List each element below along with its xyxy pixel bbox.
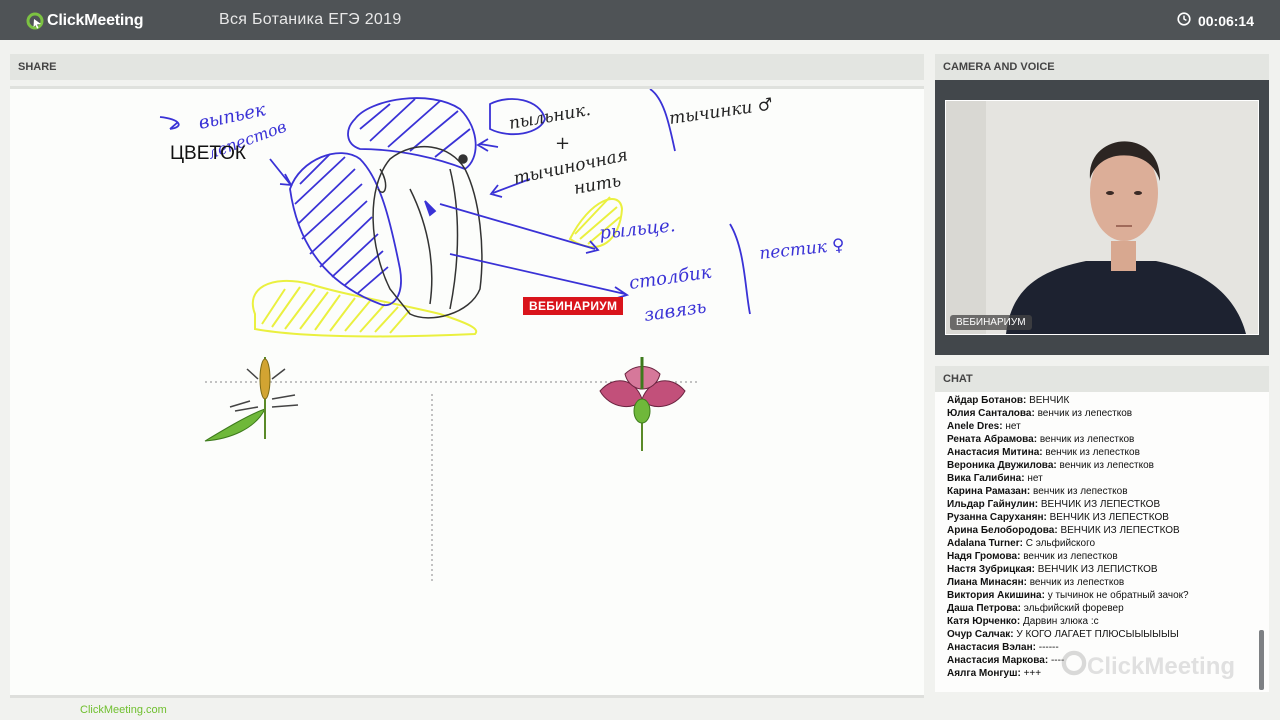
chat-author: Ильдар Гайнулин: [947,499,1039,510]
chat-text: С эльфийского [1025,538,1096,549]
svg-text:пыльник.: пыльник. [507,100,592,134]
chat-author: Аялга Монгуш: [947,668,1021,679]
participant-label: ВЕБИНАРИУМ [950,315,1032,330]
chat-text: ------ [1038,642,1059,653]
chat-text: венчик из лепестков [1045,447,1140,458]
chat-author: Арина Белобородова: [947,525,1058,536]
chat-author: Анастасия Митина: [947,447,1043,458]
chat-author: Айдар Ботанов: [947,395,1027,406]
chat-text: нет [1027,473,1043,484]
chat-author: Рузанна Саруханян: [947,512,1047,523]
footer-link[interactable]: ClickMeeting.com [80,704,167,716]
watermark-logo-icon [1061,650,1087,683]
svg-text:пестик ♀: пестик ♀ [758,235,845,264]
share-panel-header: SHARE [10,54,924,80]
chat-message: Ильдар Гайнулин: ВЕНЧИК ИЗ ЛЕПЕСТКОВ [947,498,1247,511]
chat-message: Вика Галибина: нет [947,472,1247,485]
chat-message: Рената Абрамова: венчик из лепестков [947,433,1247,446]
chat-panel[interactable]: Айдар Ботанов: ВЕНЧИК Юлия Санталова: ве… [935,392,1269,692]
timer-value: 00:06:14 [1197,12,1254,29]
chat-text: +++ [1023,668,1042,679]
chat-message: Adalana Turner: С эльфийского [947,537,1247,550]
chat-author: Анастасия Вэлан: [947,642,1036,653]
chat-message: Очур Салчак: У КОГО ЛАГАЕТ ПЛЮСЫЫЫЫЫЫ [947,628,1247,641]
chat-text: Дарвин злюка :с [1022,616,1099,627]
share-bottom-border [10,695,924,698]
brand-tag: ВЕБИНАРИУМ [523,297,624,315]
chat-message: Лиана Минасян: венчик из лепестков [947,576,1247,589]
chat-message: Анастасия Митина: венчик из лепестков [947,446,1247,459]
chat-author: Adalana Turner: [947,538,1023,549]
chat-author: Карина Рамазан: [947,486,1031,497]
chat-text: венчик из лепестков [1029,577,1125,588]
whiteboard-title: ЦВЕТОК [170,143,246,164]
chat-text: ВЕНЧИК ИЗ ЛЕПИСТКОВ [1037,564,1158,575]
app-logo: ClickMeeting [26,11,143,31]
chat-text: венчик из лепестков [1059,460,1155,471]
whiteboard-drawing: выпьек лепестов рыльце. столбик завязь п… [159,89,846,584]
meeting-title: Вся Ботаника ЕГЭ 2019 [219,11,402,28]
svg-text:тычинки ♂: тычинки ♂ [668,95,774,129]
chat-text: венчик из лепестков [1033,486,1128,497]
chat-message: Юлия Санталова: венчик из лепестков [947,407,1247,420]
chat-panel-header: CHAT [935,366,1269,392]
video-image [946,101,1258,334]
chat-text: венчик из лепестков [1037,408,1133,419]
chat-message: Anele Dres: нет [947,420,1247,433]
top-bar: ClickMeeting Вся Ботаника ЕГЭ 2019 00:06… [0,0,1280,40]
chat-text: венчик из лепестков [1023,551,1118,562]
chat-messages: Айдар Ботанов: ВЕНЧИК Юлия Санталова: ве… [947,394,1247,680]
session-timer: 00:06:14 [1177,12,1254,29]
camera-panel: ВЕБИНАРИУМ [935,80,1269,355]
chat-scrollbar[interactable] [1259,630,1264,690]
camera-panel-header: CAMERA AND VOICE [935,54,1269,80]
chat-author: Юлия Санталова: [947,408,1035,419]
chat-text: эльфийский форевер [1023,603,1124,614]
chat-text: у тычинок не обратный зачок? [1047,590,1189,601]
chat-text: ВЕНЧИК [1029,395,1070,406]
video-feed[interactable]: ВЕБИНАРИУМ [945,100,1259,335]
chat-message: Карина Рамазан: венчик из лепестков [947,485,1247,498]
chat-author: Вероника Двужилова: [947,460,1057,471]
chat-message: Настя Зубрицкая: ВЕНЧИК ИЗ ЛЕПИСТКОВ [947,563,1247,576]
chat-author: Рената Абрамова: [947,434,1038,445]
svg-text:завязь: завязь [643,296,708,326]
chat-text: ВЕНЧИК ИЗ ЛЕПЕСТКОВ [1049,512,1169,523]
chat-message: Вероника Двужилова: венчик из лепестков [947,459,1247,472]
chat-message: Виктория Акишина: у тычинок не обратный … [947,589,1247,602]
chat-author: Катя Юрченко: [947,616,1021,627]
chat-message: Айдар Ботанов: ВЕНЧИК [947,394,1247,407]
chat-author: Очур Салчак: [947,629,1014,640]
chat-author: Виктория Акишина: [947,590,1045,601]
chat-text: ВЕНЧИК ИЗ ЛЕПЕСТКОВ [1060,525,1180,536]
chat-message: Надя Громова: венчик из лепестков [947,550,1247,563]
logo-text: ClickMeeting [47,12,144,29]
svg-text:рыльце.: рыльце. [598,215,676,244]
chat-watermark: ClickMeeting [1061,650,1235,683]
clock-icon [1177,12,1198,29]
chat-author: Даша Петрова: [947,603,1021,614]
clickmeeting-logo-icon [26,12,44,30]
svg-text:столбик: столбик [628,262,713,294]
chat-text: нет [1005,421,1021,432]
chat-message: Катя Юрченко: Дарвин злюка :с [947,615,1247,628]
share-whiteboard[interactable]: выпьек лепестов рыльце. столбик завязь п… [10,86,924,696]
chat-message: Арина Белобородова: ВЕНЧИК ИЗ ЛЕПЕСТКОВ [947,524,1247,537]
chat-author: Вика Галибина: [947,473,1025,484]
watermark-text: ClickMeeting [1087,652,1236,680]
chat-message: Даша Петрова: эльфийский форевер [947,602,1247,615]
chat-author: Лиана Минасян: [947,577,1027,588]
chat-text: венчик из лепестков [1039,434,1135,445]
chat-author: Anele Dres: [947,421,1003,432]
chat-text: ВЕНЧИК ИЗ ЛЕПЕСТКОВ [1040,499,1161,510]
chat-message: Рузанна Саруханян: ВЕНЧИК ИЗ ЛЕПЕСТКОВ [947,511,1247,524]
chat-author: Надя Громова: [947,551,1021,562]
chat-author: Настя Зубрицкая: [947,564,1035,575]
chat-text: У КОГО ЛАГАЕТ ПЛЮСЫЫЫЫЫЫ [1016,629,1179,640]
svg-text:+: + [555,133,570,154]
chat-author: Анастасия Маркова: [947,655,1049,666]
